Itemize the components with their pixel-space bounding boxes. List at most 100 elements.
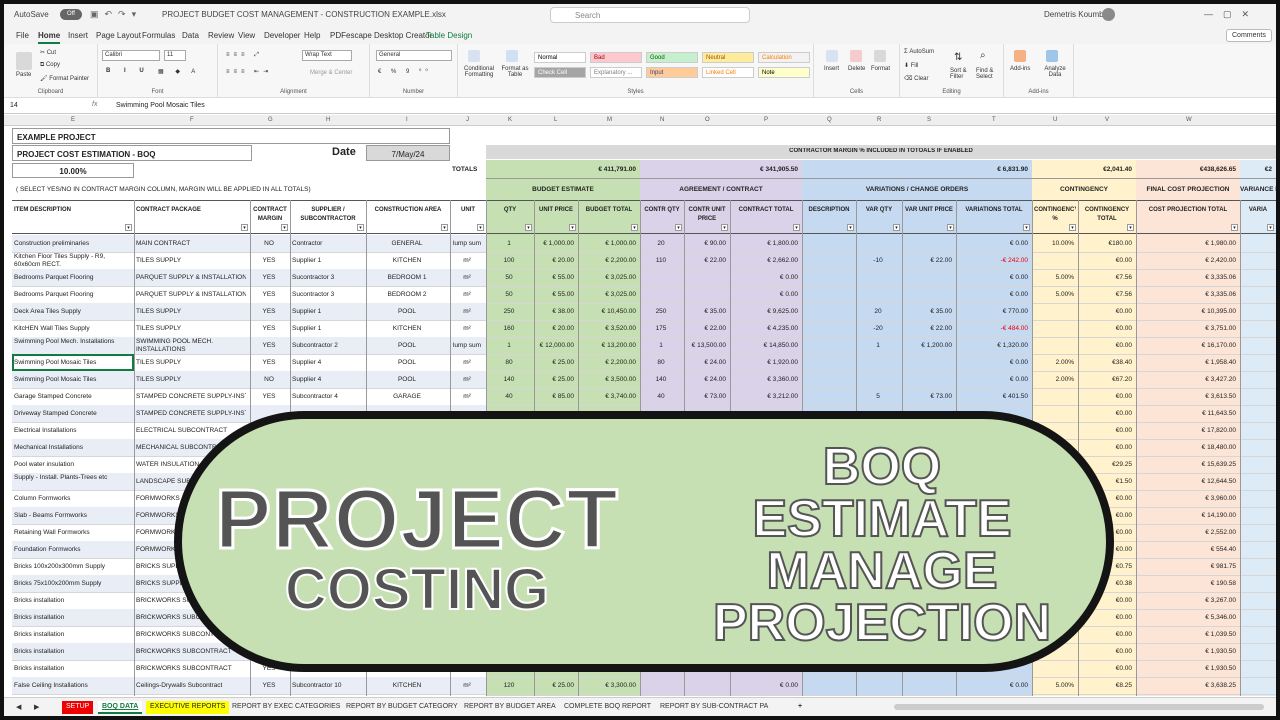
cell[interactable]: YES xyxy=(252,274,286,281)
cell[interactable]: POOL xyxy=(368,359,446,366)
cell[interactable]: € 3,267.00 xyxy=(1138,597,1236,604)
tab-executive-reports[interactable]: EXECUTIVE REPORTS xyxy=(146,701,230,714)
cell[interactable]: €67.20 xyxy=(1080,376,1132,383)
tab-report-by-sub-contract-pa[interactable]: REPORT BY SUB-CONTRACT PA xyxy=(656,701,772,714)
font-size-select[interactable]: 11 xyxy=(164,50,186,61)
number-format-select[interactable]: General xyxy=(376,50,452,61)
cell[interactable]: Garage Stamped Concrete xyxy=(14,393,130,400)
cell[interactable]: 1 xyxy=(642,342,680,349)
cell[interactable]: PARQUET SUPPLY & INSTALLATION xyxy=(136,274,246,281)
style-cell-neutral[interactable]: Neutral xyxy=(702,52,754,63)
cell[interactable]: YES xyxy=(252,291,286,298)
cell[interactable]: KitcHEN Wall Tiles Supply xyxy=(14,325,130,332)
cell[interactable]: € 9,625.00 xyxy=(732,308,798,315)
font-name-select[interactable]: Calibri xyxy=(102,50,160,61)
cell[interactable]: -€ 484.00 xyxy=(958,325,1028,332)
cell[interactable]: € 190.58 xyxy=(1138,580,1236,587)
cell[interactable]: € 0.00 xyxy=(958,274,1028,281)
style-cell-normal[interactable]: Normal xyxy=(534,52,586,63)
cell[interactable]: €0.00 xyxy=(1080,393,1132,400)
cell[interactable]: 5.00% xyxy=(1034,682,1074,689)
style-cell-good[interactable]: Good xyxy=(646,52,698,63)
format-painter-button[interactable]: 🖌 Format Painter xyxy=(40,75,89,82)
column-header-o[interactable]: O xyxy=(705,117,710,123)
cell[interactable]: € 2,420.00 xyxy=(1138,257,1236,264)
cell[interactable]: 50 xyxy=(488,291,530,298)
cut-button[interactable]: ✂ Cut xyxy=(40,49,56,56)
insert-cells-button[interactable]: Insert xyxy=(824,66,839,72)
cell[interactable]: €0.00 xyxy=(1080,427,1132,434)
cell[interactable]: €180.00 xyxy=(1080,240,1133,247)
cell[interactable]: TILES SUPPLY xyxy=(136,359,246,366)
fx-icon[interactable]: fx xyxy=(92,101,97,108)
filter-dropdown-icon[interactable]: ▾ xyxy=(1023,224,1030,231)
cell[interactable]: NO xyxy=(252,376,286,383)
cell[interactable]: Subcontractor 10 xyxy=(292,682,362,689)
cell[interactable]: € 0.00 xyxy=(958,291,1028,298)
cell[interactable]: € 25.00 xyxy=(536,376,574,383)
cell[interactable]: BEDROOM 1 xyxy=(368,274,446,281)
column-header-h[interactable]: H xyxy=(326,117,330,123)
horizontal-scrollbar[interactable] xyxy=(894,704,1264,710)
cell[interactable]: € 1,800.00 xyxy=(732,240,798,247)
tab-report-by-exec-categories[interactable]: REPORT BY EXEC CATEGORIES xyxy=(228,701,344,714)
date-value[interactable]: 7/May/24 xyxy=(366,145,450,161)
cell[interactable]: € 18,480.00 xyxy=(1138,444,1236,451)
cell[interactable]: 2.00% xyxy=(1034,359,1074,366)
column-header-t[interactable]: T xyxy=(992,117,996,123)
cell[interactable]: m² xyxy=(452,682,482,689)
cell[interactable]: € 85.00 xyxy=(536,393,574,400)
cell[interactable]: Mechanical Installations xyxy=(14,444,130,451)
cell[interactable]: -10 xyxy=(858,257,898,264)
filter-dropdown-icon[interactable]: ▾ xyxy=(631,224,638,231)
table-row[interactable]: Deck Area Tiles Supply TILES SUPPLY YES Sup… xyxy=(12,303,1276,320)
tab-scroll-right[interactable]: ▶ xyxy=(30,701,43,714)
cell[interactable]: € 0.00 xyxy=(958,359,1028,366)
cell[interactable]: POOL xyxy=(368,308,446,315)
cell[interactable]: Bricks 75x100x200mm Supply xyxy=(14,580,130,587)
cell[interactable]: € 3,335.06 xyxy=(1138,274,1236,281)
menu-page-layout[interactable]: Page Layout xyxy=(96,31,141,40)
cell[interactable]: Bricks installation xyxy=(14,597,130,604)
menu-table-design[interactable]: Table Design xyxy=(426,31,472,40)
cell[interactable]: € 3,613.50 xyxy=(1138,393,1236,400)
tab-report-by-budget-area[interactable]: REPORT BY BUDGET AREA xyxy=(460,701,560,714)
filter-dropdown-icon[interactable]: ▾ xyxy=(675,224,682,231)
comments-button[interactable]: Comments xyxy=(1226,29,1272,42)
cell[interactable]: € 12,644.50 xyxy=(1138,478,1236,485)
cell[interactable]: €7.56 xyxy=(1080,291,1132,298)
filter-dropdown-icon[interactable]: ▾ xyxy=(281,224,288,231)
cell[interactable]: 10.00% xyxy=(1034,240,1074,247)
cell[interactable]: € 0.00 xyxy=(958,682,1028,689)
delete-cells-button[interactable]: Delete xyxy=(848,66,865,72)
cell[interactable]: 5.00% xyxy=(1034,291,1074,298)
cell[interactable]: € 25.00 xyxy=(536,682,574,689)
menu-help[interactable]: Help xyxy=(304,31,320,40)
cell[interactable]: m² xyxy=(452,291,482,298)
cell[interactable]: Bricks 100x200x300mm Supply xyxy=(14,563,130,570)
table-row[interactable]: Garage Stamped Concrete STAMPED CONCRETE … xyxy=(12,388,1276,405)
paste-icon[interactable] xyxy=(16,52,32,70)
cell[interactable]: € 2,552.00 xyxy=(1138,529,1236,536)
table-row[interactable]: Swimming Pool Mech. Installations SWIMMIN… xyxy=(12,337,1276,354)
cell[interactable]: Bricks installation xyxy=(14,631,130,638)
cell[interactable]: Contractor xyxy=(292,240,362,247)
tab-setup[interactable]: SETUP xyxy=(62,701,94,714)
cell[interactable]: 250 xyxy=(642,308,680,315)
cell[interactable]: €0.00 xyxy=(1080,665,1132,672)
cell[interactable]: € 3,212.00 xyxy=(732,393,798,400)
cell[interactable]: BRICKWORKS SUBCONTRACT xyxy=(136,665,246,672)
cell[interactable]: Driveway Stamped Concrete xyxy=(14,410,130,417)
cell[interactable]: € 3,638.25 xyxy=(1138,682,1236,689)
cell[interactable]: € 20.00 xyxy=(536,257,574,264)
avatar[interactable] xyxy=(1102,8,1115,21)
cell[interactable]: 40 xyxy=(488,393,530,400)
filter-dropdown-icon[interactable]: ▾ xyxy=(357,224,364,231)
cell[interactable]: YES xyxy=(252,359,286,366)
cell[interactable]: € 1,930.50 xyxy=(1138,665,1236,672)
cell[interactable]: YES xyxy=(252,257,286,264)
cell[interactable]: € 22.00 xyxy=(686,325,726,332)
cell[interactable]: € 0.00 xyxy=(958,240,1028,247)
cell[interactable]: € 3,520.00 xyxy=(580,325,636,332)
filter-dropdown-icon[interactable]: ▾ xyxy=(847,224,854,231)
